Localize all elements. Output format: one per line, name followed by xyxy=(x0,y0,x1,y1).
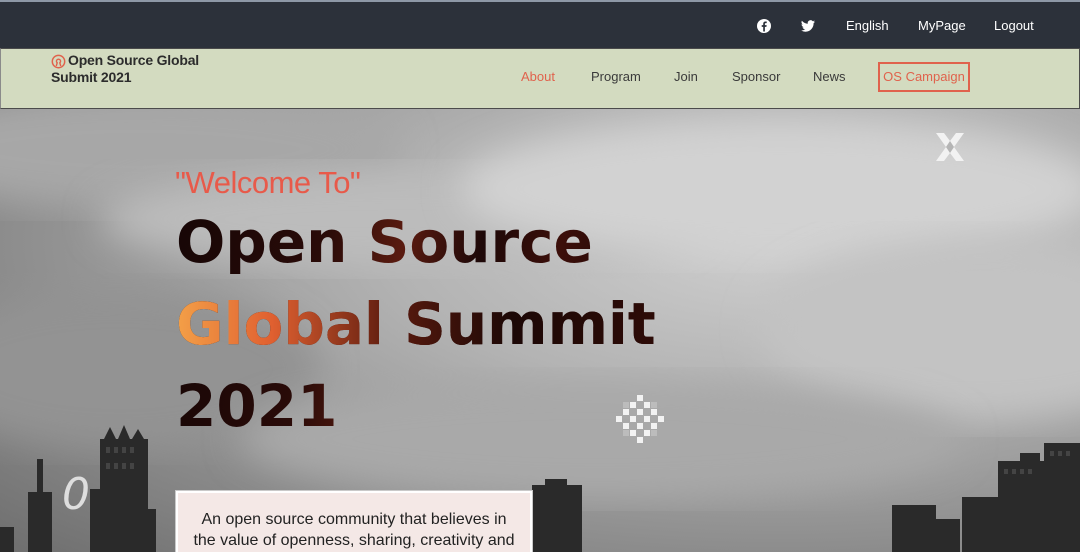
nav-item-news[interactable]: News xyxy=(813,69,846,85)
headline-line-2: Global Summit xyxy=(176,283,656,365)
dotted-diamond-decoration xyxy=(616,395,664,443)
facebook-icon[interactable] xyxy=(756,18,772,34)
nav-item-sponsor[interactable]: Sponsor xyxy=(732,69,780,85)
nav-item-program[interactable]: Program xyxy=(591,69,641,85)
twitter-icon[interactable] xyxy=(800,18,816,34)
headline-line-1: Open Source xyxy=(176,208,593,276)
top-utility-bar: English MyPage Logout xyxy=(0,0,1080,48)
logout-link[interactable]: Logout xyxy=(994,14,1034,38)
hero-banner: 0 "Welcome To" Open Source Global Summit… xyxy=(0,109,1080,552)
open-source-logo-icon xyxy=(51,54,66,69)
language-switcher[interactable]: English xyxy=(846,14,889,38)
brand-name-line2: Submit 2021 xyxy=(51,69,132,85)
brand-name-line1: Open Source Global xyxy=(68,52,199,68)
main-navigation: Open Source Global Submit 2021 About Pro… xyxy=(0,48,1080,109)
nav-item-about[interactable]: About xyxy=(521,69,555,85)
hero-headline: Open Source Global Summit 2021 xyxy=(176,201,656,447)
nav-item-join[interactable]: Join xyxy=(674,69,698,85)
close-icon[interactable] xyxy=(934,131,966,163)
os-campaign-button[interactable]: OS Campaign xyxy=(878,62,970,92)
decorative-zero-glyph: 0 xyxy=(62,469,90,520)
hero-description-card: An open source community that believes i… xyxy=(176,491,532,552)
hero-description-text: An open source community that believes i… xyxy=(193,511,515,549)
headline-line-3: 2021 xyxy=(176,372,338,440)
mypage-link[interactable]: MyPage xyxy=(918,14,966,38)
hero-welcome-text: "Welcome To" xyxy=(175,165,361,200)
